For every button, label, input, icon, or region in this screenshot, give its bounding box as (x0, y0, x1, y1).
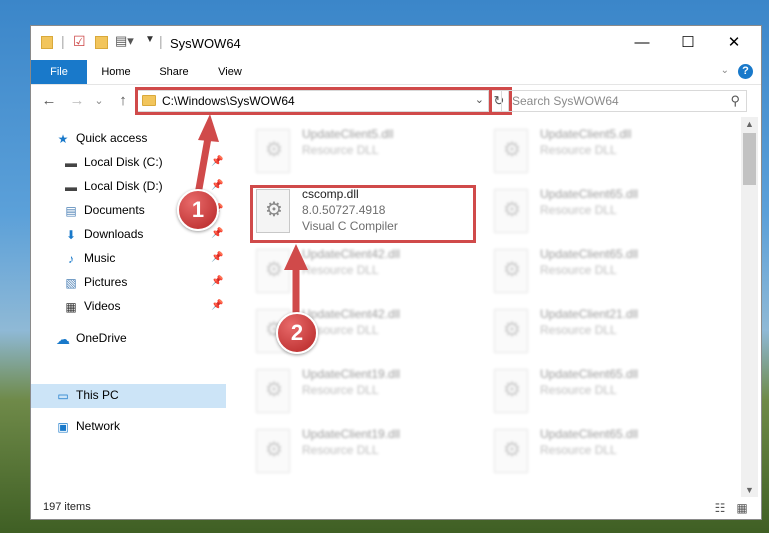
annotation-arrows (193, 114, 308, 320)
step-badge-2: 2 (276, 312, 318, 354)
step-badge-1: 1 (177, 189, 219, 231)
arrow-to-file (284, 244, 308, 320)
arrow-to-address-bar (193, 114, 219, 204)
